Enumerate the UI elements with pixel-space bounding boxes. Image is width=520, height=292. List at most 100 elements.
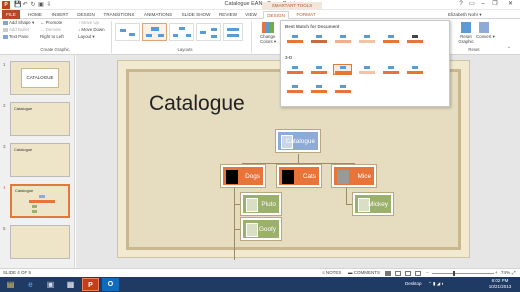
promote-button[interactable]: ← Promote xyxy=(40,20,62,26)
tab-smartart-format[interactable]: FORMAT xyxy=(292,11,320,19)
tab-slide-show[interactable]: SLIDE SHOW xyxy=(178,11,214,19)
slide-thumbnail[interactable]: Catalogue xyxy=(10,102,70,136)
zoom-slider-thumb[interactable] xyxy=(453,271,456,276)
node-picture xyxy=(337,170,349,184)
help-button[interactable]: ? xyxy=(456,0,466,9)
style-option[interactable] xyxy=(357,64,376,75)
node-picture xyxy=(246,198,258,212)
convert-button[interactable]: Convert ▾ xyxy=(476,34,495,40)
style-option-selected[interactable] xyxy=(333,64,352,75)
slide-title[interactable]: Catalogue xyxy=(149,92,245,116)
add-bullet-button[interactable]: Add Bullet xyxy=(3,27,29,33)
org-node-cats[interactable]: Cats xyxy=(276,164,322,188)
org-node-pluto[interactable]: Pluto xyxy=(240,192,282,216)
demote-button[interactable]: → Demote xyxy=(40,27,61,33)
style-option[interactable] xyxy=(405,64,424,75)
org-node-mickey[interactable]: Mickey xyxy=(352,192,394,216)
slide-thumbnail[interactable]: CATALOGUE xyxy=(10,61,70,95)
notes-button[interactable]: ≡ NOTES xyxy=(322,269,341,277)
tab-view[interactable]: VIEW xyxy=(242,11,260,19)
windows-taskbar: ▤ e ▣ ▦ P O Desktop ⌃ ▮ ◢ ◐ 6:02 PM 10/2… xyxy=(0,277,520,292)
add-shape-button[interactable]: Add Shape ▾ xyxy=(3,20,34,26)
internet-explorer-icon[interactable]: e xyxy=(22,278,39,291)
outlook-icon[interactable]: O xyxy=(102,278,119,291)
powerpoint-window: P 💾 ↶ ↻ ▣ ⇩ Catalogue EAN - PowerPoint S… xyxy=(0,0,520,292)
layouts-group-label: Layouts xyxy=(177,47,193,52)
reading-view-icon[interactable] xyxy=(405,271,411,276)
move-down-button[interactable]: ↓ Move Down xyxy=(78,27,105,33)
layout-button[interactable]: Layout ▾ xyxy=(78,34,95,40)
slide-indicator: SLIDE 4 OF 5 xyxy=(3,270,32,275)
style-option[interactable] xyxy=(381,64,400,75)
org-node-dogs[interactable]: Dogs xyxy=(220,164,266,188)
slide-number: 5 xyxy=(3,226,6,231)
layout-option[interactable] xyxy=(115,23,140,41)
ribbon-display-options-button[interactable]: ▭ xyxy=(467,0,477,9)
user-account[interactable]: Elizabeth Nohr ▾ xyxy=(448,11,482,19)
close-button[interactable]: ✕ xyxy=(503,0,518,9)
system-tray-icons[interactable]: ⌃ ▮ ◢ ◐ xyxy=(428,280,444,288)
desktop-app-icon[interactable]: ▣ xyxy=(42,278,59,291)
style-option[interactable] xyxy=(333,83,352,94)
restore-button[interactable]: ❐ xyxy=(490,0,500,9)
connector-line xyxy=(242,163,354,164)
slide-thumbnail[interactable]: Catalogue xyxy=(10,143,70,177)
tab-design[interactable]: DESIGN xyxy=(74,11,98,19)
change-colors-icon[interactable] xyxy=(262,22,274,33)
node-label: Mice xyxy=(357,173,372,180)
org-node-mice[interactable]: Mice xyxy=(331,164,377,188)
style-option[interactable] xyxy=(333,33,352,44)
reset-graphic-button[interactable]: Reset Graphic xyxy=(456,34,476,44)
node-label: Catalogue xyxy=(285,138,315,145)
slide-thumbnail-selected[interactable]: Catalogue xyxy=(10,184,70,218)
move-up-button[interactable]: ↑ Move Up xyxy=(78,20,99,26)
layout-option[interactable] xyxy=(169,23,194,41)
right-to-left-button[interactable]: Right to Left xyxy=(40,34,64,40)
tab-insert[interactable]: INSERT xyxy=(48,11,72,19)
file-explorer-icon[interactable]: ▤ xyxy=(2,278,19,291)
org-node-catalogue[interactable]: Catalogue xyxy=(275,129,321,153)
add-bullet-label: Add Bullet xyxy=(9,27,30,32)
slide-thumbnail[interactable] xyxy=(10,225,70,259)
style-option[interactable] xyxy=(285,33,304,44)
zoom-slider[interactable] xyxy=(432,273,494,274)
slide-show-icon[interactable] xyxy=(415,271,421,276)
layout-option[interactable] xyxy=(223,23,243,41)
powerpoint-taskbar-icon[interactable]: P xyxy=(82,278,99,291)
normal-view-icon[interactable] xyxy=(385,271,391,276)
org-node-goofy[interactable]: Goofy xyxy=(240,217,282,241)
tab-file[interactable]: FILE xyxy=(2,10,20,19)
collapse-ribbon-icon[interactable]: ⌃ xyxy=(507,46,511,52)
fit-slide-icon[interactable]: ⤢ xyxy=(512,269,516,277)
zoom-in-button[interactable]: + xyxy=(495,269,498,277)
style-option[interactable] xyxy=(381,33,400,44)
desktop-toolbar[interactable]: Desktop xyxy=(405,280,422,288)
text-pane-button[interactable]: Text Pane xyxy=(3,34,29,40)
tab-smartart-design[interactable]: DESIGN xyxy=(263,11,289,19)
tab-review[interactable]: REVIEW xyxy=(216,11,240,19)
style-option[interactable] xyxy=(357,33,376,44)
tab-transitions[interactable]: TRANSITIONS xyxy=(100,11,138,19)
style-option[interactable] xyxy=(309,33,328,44)
thumbnail-title: Catalogue xyxy=(15,188,34,193)
app-icon[interactable]: ▦ xyxy=(62,278,79,291)
layout-option[interactable] xyxy=(196,23,221,41)
style-option[interactable] xyxy=(405,33,424,44)
comments-button[interactable]: ▬ COMMENTS xyxy=(348,269,380,277)
clock[interactable]: 6:02 PM 10/21/2013 xyxy=(485,278,515,290)
zoom-out-button[interactable]: − xyxy=(426,269,429,277)
minimize-button[interactable]: – xyxy=(478,0,488,9)
tab-home[interactable]: HOME xyxy=(24,11,46,19)
change-colors-button[interactable]: Change Colors ▾ xyxy=(260,34,280,44)
style-option[interactable] xyxy=(309,64,328,75)
layout-option-selected[interactable] xyxy=(142,23,167,41)
style-option[interactable] xyxy=(309,83,328,94)
style-option[interactable] xyxy=(285,83,304,94)
text-pane-label: Text Pane xyxy=(9,34,29,39)
ribbon-tabs: FILE HOME INSERT DESIGN TRANSITIONS ANIM… xyxy=(0,10,520,19)
tab-animations[interactable]: ANIMATIONS xyxy=(140,11,176,19)
style-option[interactable] xyxy=(285,64,304,75)
slide-number: 3 xyxy=(3,144,6,149)
zoom-level[interactable]: 74% xyxy=(501,269,510,277)
slide-sorter-icon[interactable] xyxy=(395,271,401,276)
